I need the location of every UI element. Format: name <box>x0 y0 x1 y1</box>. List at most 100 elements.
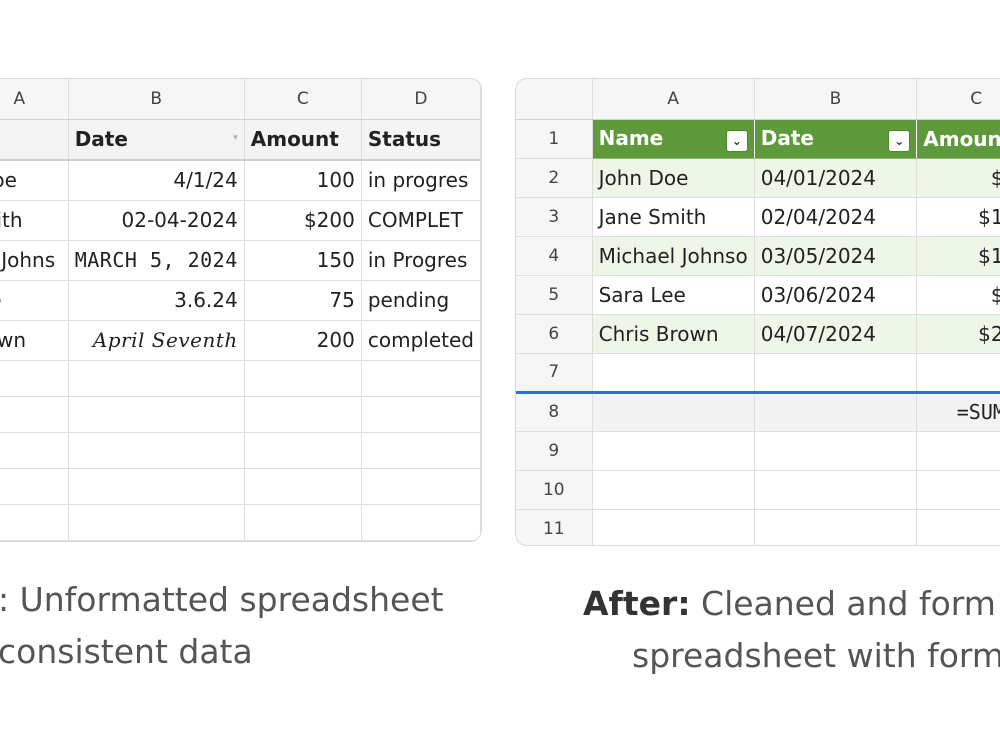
cell-date[interactable]: 03/06/2024 <box>754 275 918 315</box>
header-cell-amount[interactable]: Amount <box>244 119 362 161</box>
cell-date[interactable]: 02-04-2024 <box>68 200 245 241</box>
column-header-a[interactable]: A <box>0 79 69 120</box>
row-number[interactable]: 10 <box>516 470 593 510</box>
column-header-b[interactable]: B <box>68 79 245 120</box>
cell-name[interactable]: John Doe <box>592 158 755 198</box>
header-cell-name[interactable] <box>0 119 69 161</box>
header-cell-amount[interactable]: Amount <box>916 119 1000 159</box>
cell-status[interactable]: COMPLET <box>361 200 481 241</box>
row-number[interactable]: 3 <box>516 197 593 237</box>
cell-name[interactable]: Doe <box>0 160 69 201</box>
table-row: 6 Chris Brown 04/07/2024 $200 <box>516 314 1000 354</box>
cell-name[interactable]: Jane Smith <box>592 197 755 237</box>
cell-date[interactable]: 4/1/24 <box>68 160 245 201</box>
table-row: mith 02-04-2024 $200 COMPLET <box>0 200 481 241</box>
cell-date[interactable]: MARCH 5, 2024 <box>68 240 245 281</box>
column-header-c[interactable]: C <box>244 79 362 120</box>
cell-name[interactable]: Sara Lee <box>592 275 755 315</box>
empty-cell[interactable] <box>754 353 918 394</box>
cell-date[interactable]: 02/04/2024 <box>754 197 918 237</box>
dropdown-icon: ▾ <box>233 133 238 144</box>
table-row: 4 Michael Johnso 03/05/2024 $150 <box>516 236 1000 276</box>
empty-row <box>0 504 481 541</box>
table-row: 2 John Doe 04/01/2024 $10 <box>516 158 1000 198</box>
cell-amount[interactable]: $10 <box>916 158 1000 198</box>
before-spreadsheet: A B C D Date▾ Amount Status Doe 4/1/24 1… <box>0 78 482 542</box>
header-cell-date[interactable]: Date ▾ <box>68 119 245 161</box>
cell-amount[interactable]: $200 <box>244 200 362 241</box>
column-header-a[interactable]: A <box>592 79 755 120</box>
header-row: 1 Name⌄ Date⌄ Amount <box>516 119 1000 159</box>
cell-amount[interactable]: $100 <box>916 197 1000 237</box>
row-number[interactable]: 8 <box>516 392 593 432</box>
empty-cell[interactable] <box>592 392 755 432</box>
table-row: 9 <box>516 431 1000 471</box>
cell-name[interactable]: mith <box>0 200 69 241</box>
empty-cell[interactable] <box>592 353 755 394</box>
header-cell-status[interactable]: Status <box>361 119 481 161</box>
cell-name[interactable]: Michael Johnso <box>592 236 755 276</box>
row-number[interactable]: 4 <box>516 236 593 276</box>
table-row: rown April Seventh 200 completed <box>0 320 481 361</box>
cell-date[interactable]: 3.6.24 <box>68 280 245 321</box>
filter-dropdown-icon[interactable]: ⌄ <box>725 129 748 152</box>
cell-date[interactable]: April Seventh <box>68 320 245 361</box>
column-header-row: A B C <box>516 79 1000 120</box>
cell-date[interactable]: 04/01/2024 <box>754 158 918 198</box>
cell-status[interactable]: in progres <box>361 160 481 201</box>
after-caption-line-2: spreadsheet with form <box>632 636 1000 675</box>
cell-name[interactable]: rown <box>0 320 69 361</box>
formula-cell[interactable]: =SUM(C <box>916 392 1000 432</box>
empty-row <box>0 468 481 505</box>
header-cell-date[interactable]: Date ⌄ <box>754 119 918 159</box>
cell-amount[interactable]: 200 <box>244 320 362 361</box>
after-label: After: <box>583 584 691 623</box>
cell-status[interactable]: in Progres <box>361 240 481 281</box>
empty-row <box>0 396 481 433</box>
table-row: Doe 4/1/24 100 in progres <box>0 160 481 201</box>
header-cell-name[interactable]: Name ⌄ <box>592 119 755 159</box>
empty-cell[interactable] <box>754 392 918 432</box>
row-number[interactable]: 11 <box>516 509 593 545</box>
cell-amount[interactable]: 100 <box>244 160 362 201</box>
after-grid: A B C 1 Name⌄ Date⌄ Amount 2 John Doe 04… <box>516 79 1000 545</box>
column-header-d[interactable]: D <box>361 79 481 120</box>
cell-date[interactable]: 04/07/2024 <box>754 314 918 354</box>
before-caption-line-2: consistent data <box>0 632 253 671</box>
row-number[interactable]: 2 <box>516 158 593 198</box>
cell-amount[interactable]: $200 <box>916 314 1000 354</box>
cell-status[interactable]: completed <box>361 320 481 361</box>
row-number[interactable]: 1 <box>516 119 593 159</box>
cell-name[interactable]: el Johns <box>0 240 69 281</box>
header-row: Date ▾ Amount Status <box>0 119 481 161</box>
table-row: el Johns MARCH 5, 2024 150 in Progres <box>0 240 481 281</box>
table-row: 8 =SUM(C <box>516 392 1000 432</box>
row-number[interactable]: 9 <box>516 431 593 471</box>
cell-amount[interactable]: 150 <box>244 240 362 281</box>
cell-amount[interactable]: 75 <box>244 280 362 321</box>
after-spreadsheet: A B C 1 Name⌄ Date⌄ Amount 2 John Doe 04… <box>515 78 1000 546</box>
table-row: 5 Sara Lee 03/06/2024 $75 <box>516 275 1000 315</box>
cell-amount[interactable]: $75 <box>916 275 1000 315</box>
cell-name[interactable]: ee <box>0 280 69 321</box>
cell-name[interactable]: Chris Brown <box>592 314 755 354</box>
filter-dropdown-icon[interactable]: ⌄ <box>888 129 911 152</box>
cell-date[interactable]: 03/05/2024 <box>754 236 918 276</box>
cell-status[interactable]: pending <box>361 280 481 321</box>
row-number[interactable]: 6 <box>516 314 593 354</box>
before-caption-line-1: : Unformatted spreadsheet <box>0 580 444 619</box>
cell-amount[interactable]: $150 <box>916 236 1000 276</box>
corner-cell[interactable] <box>516 79 593 120</box>
column-header-c[interactable]: C <box>916 79 1000 120</box>
table-row: 7 <box>516 353 1000 394</box>
empty-cell[interactable] <box>916 353 1000 394</box>
table-row: 3 Jane Smith 02/04/2024 $100 <box>516 197 1000 237</box>
empty-row <box>0 360 481 397</box>
before-grid: A B C D Date▾ Amount Status Doe 4/1/24 1… <box>0 79 481 541</box>
row-number[interactable]: 7 <box>516 353 593 394</box>
column-header-b[interactable]: B <box>754 79 918 120</box>
row-number[interactable]: 5 <box>516 275 593 315</box>
after-caption: After: Cleaned and form spreadsheet with… <box>583 578 1000 682</box>
table-row: ee 3.6.24 75 pending <box>0 280 481 321</box>
before-caption: : Unformatted spreadsheet consistent dat… <box>0 574 444 678</box>
